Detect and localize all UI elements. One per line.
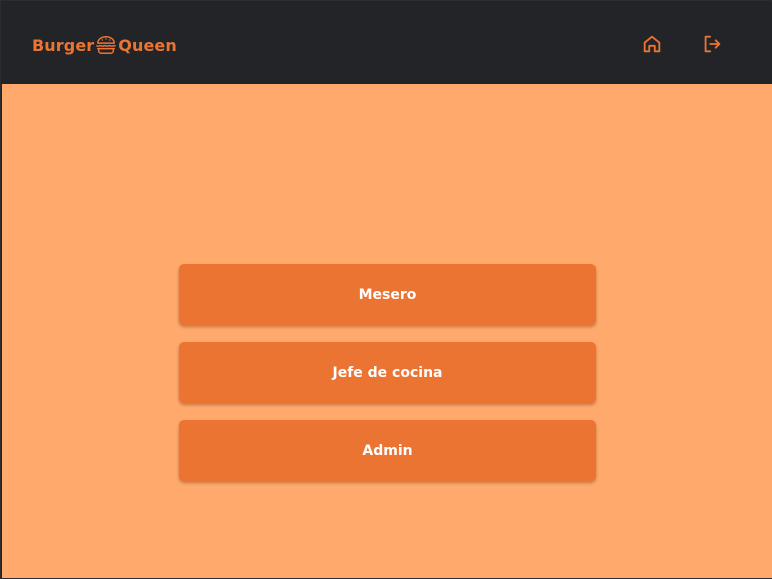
home-icon[interactable] [641, 33, 663, 55]
role-button-admin[interactable]: Admin [179, 420, 596, 481]
burger-icon [96, 36, 117, 54]
brand-text-right: Queen [118, 35, 177, 55]
brand-logo[interactable]: Burger Queen [32, 33, 177, 57]
logout-icon[interactable] [701, 33, 723, 55]
app-window: Burger Queen Mesero Jefe de cocina Admin [0, 0, 772, 579]
role-button-jefe-de-cocina[interactable]: Jefe de cocina [179, 342, 596, 403]
role-button-mesero[interactable]: Mesero [179, 264, 596, 325]
top-navbar: Burger Queen [2, 2, 772, 84]
brand-text-left: Burger [32, 35, 95, 55]
role-selection-area: Mesero Jefe de cocina Admin [2, 84, 772, 578]
